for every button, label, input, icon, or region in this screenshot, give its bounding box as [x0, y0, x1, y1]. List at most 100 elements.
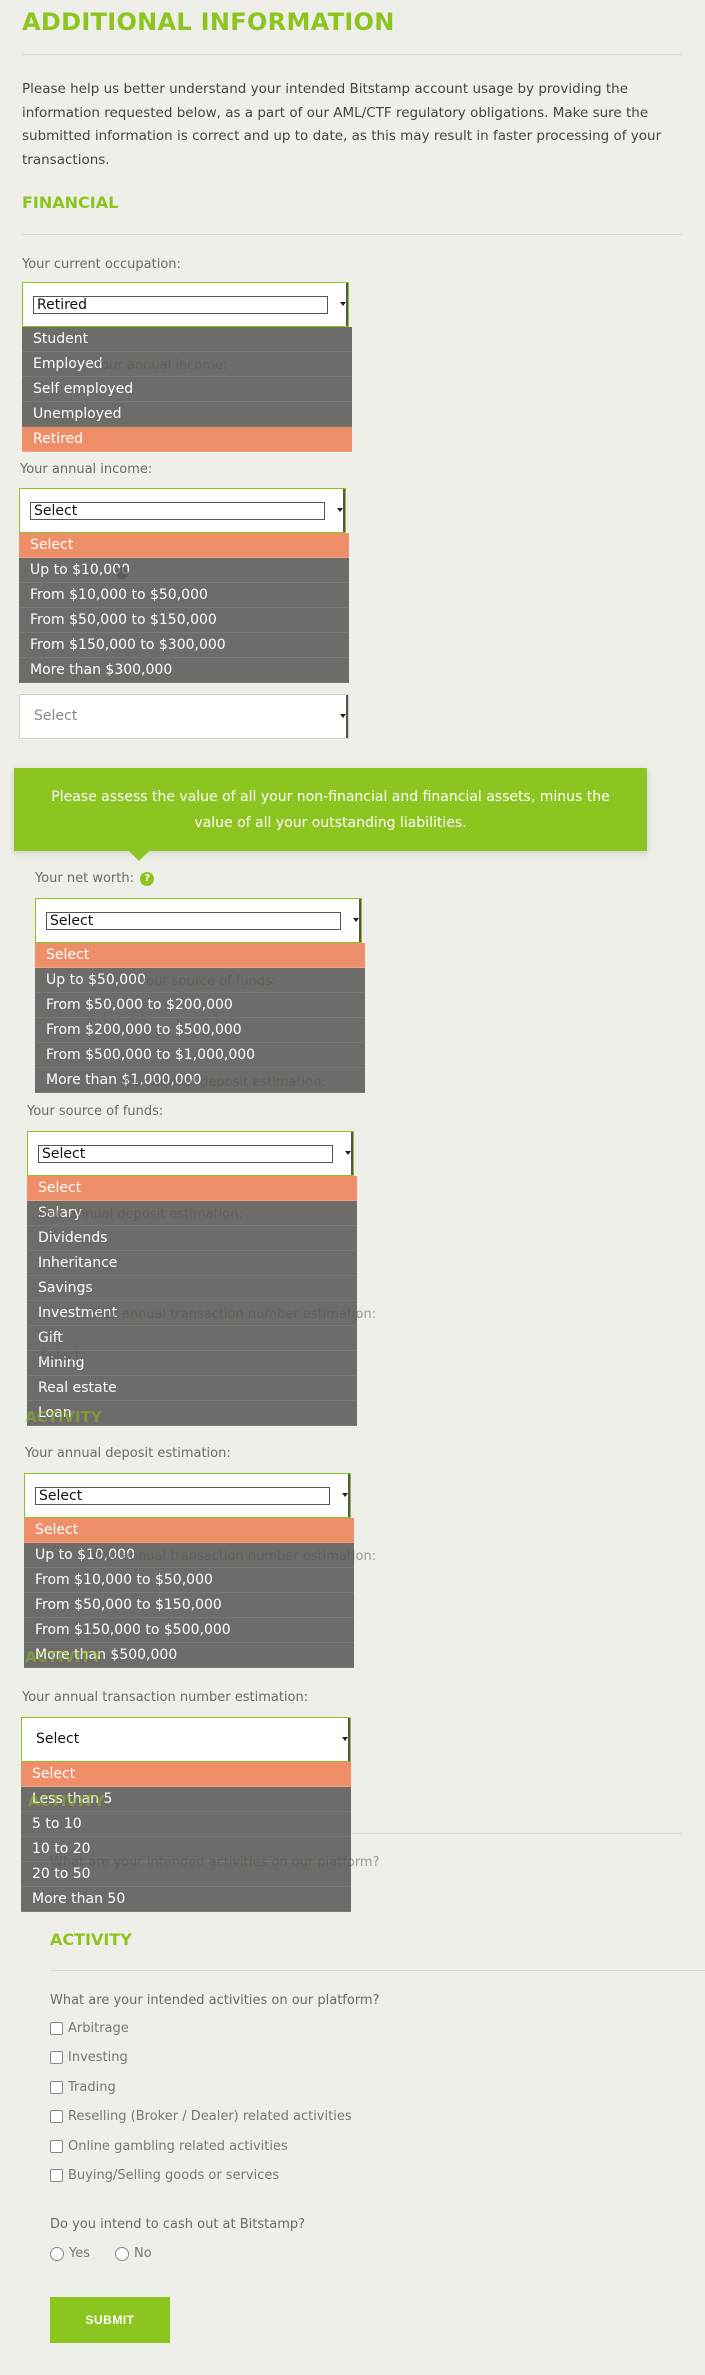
dropdown-option[interactable]: From $10,000 to $50,000	[24, 1568, 354, 1593]
select-value: Select	[34, 708, 78, 724]
dropdown-option[interactable]: Self employed	[22, 377, 352, 402]
activity-option[interactable]: Reselling (Broker / Dealer) related acti…	[50, 2109, 352, 2124]
dropdown-option[interactable]: More than $1,000,000	[35, 1068, 365, 1093]
activity-option[interactable]: Trading	[50, 2080, 116, 2095]
chevron-down-icon	[337, 508, 343, 512]
deposit-select-value: Select	[35, 1487, 330, 1505]
select-edge	[359, 899, 361, 942]
tooltip-arrow	[129, 851, 149, 861]
funds-select[interactable]: Select	[27, 1131, 354, 1176]
dropdown-option[interactable]: Salary	[27, 1201, 357, 1226]
dropdown-option[interactable]: From $50,000 to $150,000	[24, 1593, 354, 1618]
networth-label: Your net worth: ?	[35, 871, 155, 886]
select-edge	[351, 1132, 353, 1175]
income-select-value: Select	[30, 502, 325, 520]
checkbox[interactable]	[50, 2169, 63, 2182]
dropdown-option[interactable]: 10 to 20	[21, 1837, 351, 1862]
checkbox-label: Arbitrage	[68, 2021, 129, 2036]
ghost-help-icon	[116, 567, 128, 579]
dropdown-option[interactable]: Inheritance	[27, 1251, 357, 1276]
occupation-dropdown[interactable]: Student Employed Self employed Unemploye…	[22, 327, 352, 452]
networth-select[interactable]: Select	[35, 898, 362, 943]
checkbox[interactable]	[50, 2051, 63, 2064]
dropdown-option[interactable]: 20 to 50	[21, 1862, 351, 1887]
dropdown-option[interactable]: From $200,000 to $500,000	[35, 1018, 365, 1043]
dropdown-option[interactable]: From $10,000 to $50,000	[19, 583, 349, 608]
networth-dropdown[interactable]: Select Up to $50,000 From $50,000 to $20…	[35, 943, 365, 1093]
dropdown-option-selected[interactable]: Select	[35, 943, 365, 968]
financial-heading: FINANCIAL	[22, 193, 119, 212]
dropdown-option[interactable]: Unemployed	[22, 402, 352, 427]
dropdown-option[interactable]: More than 50	[21, 1887, 351, 1912]
funds-dropdown[interactable]: Select Salary Dividends Inheritance Savi…	[27, 1176, 357, 1426]
transactions-select[interactable]: Select	[21, 1717, 351, 1762]
deposit-select[interactable]: Select	[24, 1473, 351, 1518]
cashout-yes[interactable]: Yes	[50, 2246, 90, 2261]
select-field[interactable]: Select	[19, 694, 349, 739]
occupation-select-value: Retired	[33, 296, 328, 314]
cashout-question: Do you intend to cash out at Bitstamp?	[50, 2217, 306, 2232]
checkbox-label: Reselling (Broker / Dealer) related acti…	[68, 2109, 352, 2124]
funds-label: Your source of funds:	[27, 1104, 164, 1119]
divider	[22, 54, 682, 55]
dropdown-option[interactable]: Up to $10,000	[24, 1543, 354, 1568]
dropdown-option[interactable]: 5 to 10	[21, 1812, 351, 1837]
dropdown-option[interactable]: From $500,000 to $1,000,000	[35, 1043, 365, 1068]
chevron-down-icon	[342, 1737, 348, 1741]
deposit-dropdown[interactable]: Select Up to $10,000 From $10,000 to $50…	[24, 1518, 354, 1668]
dropdown-option[interactable]: From $50,000 to $200,000	[35, 993, 365, 1018]
dropdown-option[interactable]: Investment	[27, 1301, 357, 1326]
dropdown-option[interactable]: Up to $50,000	[35, 968, 365, 993]
income-label: Your annual income:	[20, 462, 153, 477]
dropdown-option[interactable]: Employed	[22, 352, 352, 377]
radio-button[interactable]	[115, 2246, 129, 2261]
select-edge	[348, 1474, 350, 1517]
dropdown-option[interactable]: More than $300,000	[19, 658, 349, 683]
checkbox-label: Online gambling related activities	[68, 2139, 288, 2154]
dropdown-option[interactable]: Up to $10,000	[19, 558, 349, 583]
dropdown-option-selected[interactable]: Retired	[22, 427, 352, 452]
dropdown-option[interactable]: Mining	[27, 1351, 357, 1376]
networth-label-text: Your net worth:	[35, 871, 134, 886]
dropdown-option[interactable]: From $150,000 to $300,000	[19, 633, 349, 658]
activity-option[interactable]: Buying/Selling goods or services	[50, 2168, 279, 2183]
dropdown-option-selected[interactable]: Select	[24, 1518, 354, 1543]
dropdown-option[interactable]: Dividends	[27, 1226, 357, 1251]
divider	[352, 1833, 682, 1834]
checkbox[interactable]	[50, 2022, 63, 2035]
dropdown-option-selected[interactable]: Select	[19, 533, 349, 558]
transactions-dropdown[interactable]: Select Less than 5 5 to 10 10 to 20 20 t…	[21, 1762, 351, 1912]
dropdown-option[interactable]: Student	[22, 327, 352, 352]
cashout-no[interactable]: No	[115, 2246, 152, 2261]
income-select[interactable]: Select	[19, 488, 346, 533]
dropdown-option-selected[interactable]: Select	[21, 1762, 351, 1787]
radio-label: No	[134, 2246, 152, 2261]
activity-option[interactable]: Arbitrage	[50, 2021, 129, 2036]
dropdown-option[interactable]: From $150,000 to $500,000	[24, 1618, 354, 1643]
dropdown-option[interactable]: Gift	[27, 1326, 357, 1351]
dropdown-option[interactable]: Savings	[27, 1276, 357, 1301]
checkbox[interactable]	[50, 2140, 63, 2153]
radio-button[interactable]	[50, 2246, 64, 2261]
dropdown-option[interactable]: Real estate	[27, 1376, 357, 1401]
checkbox[interactable]	[50, 2110, 63, 2123]
occupation-select[interactable]: Retired	[22, 282, 349, 327]
activity-option[interactable]: Investing	[50, 2050, 128, 2065]
activity-option[interactable]: Online gambling related activities	[50, 2139, 288, 2154]
networth-tooltip: Please assess the value of all your non-…	[14, 768, 647, 861]
dropdown-option[interactable]: Less than 5	[21, 1787, 351, 1812]
select-edge	[348, 1718, 350, 1761]
dropdown-option[interactable]: From $50,000 to $150,000	[19, 608, 349, 633]
submit-button[interactable]: SUBMIT	[50, 2297, 170, 2343]
help-icon[interactable]: ?	[140, 871, 155, 886]
chevron-down-icon	[342, 1493, 348, 1497]
dropdown-option[interactable]: More than $500,000	[24, 1643, 354, 1668]
funds-select-value: Select	[38, 1145, 333, 1163]
select-edge	[346, 695, 348, 738]
chevron-down-icon	[340, 714, 346, 718]
dropdown-option[interactable]: Loan	[27, 1401, 357, 1426]
chevron-down-icon	[340, 302, 346, 306]
dropdown-option-selected[interactable]: Select	[27, 1176, 357, 1201]
income-dropdown[interactable]: Select Up to $10,000 From $10,000 to $50…	[19, 533, 349, 683]
checkbox[interactable]	[50, 2081, 63, 2094]
